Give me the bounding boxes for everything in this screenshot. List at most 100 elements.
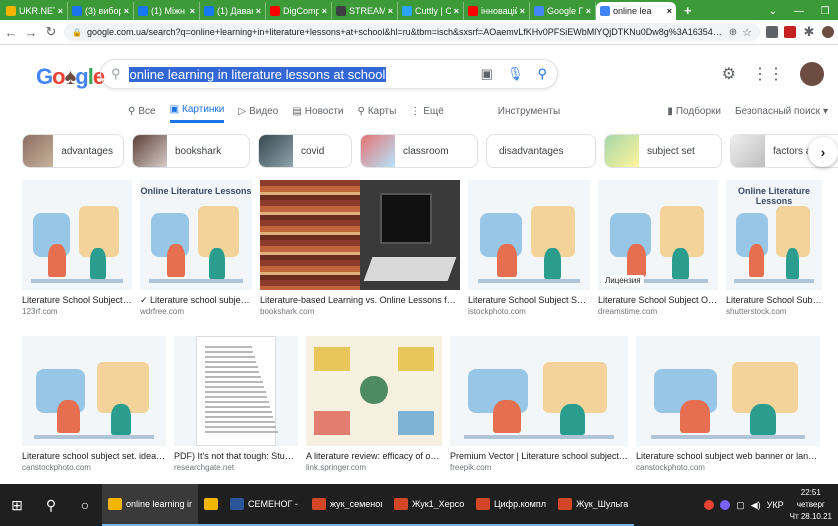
browser-tab[interactable]: online lea ×: [596, 2, 676, 20]
extension-icon[interactable]: [784, 26, 796, 38]
back-button[interactable]: ←: [4, 25, 18, 40]
result-title[interactable]: Premium Vector | Literature school subje…: [450, 451, 628, 462]
result-thumbnail[interactable]: [468, 180, 590, 290]
safesearch-link[interactable]: Безопасный поиск ▾: [735, 99, 828, 123]
minimize-button[interactable]: —: [786, 6, 812, 17]
reload-button[interactable]: ↻: [44, 24, 58, 40]
language-indicator[interactable]: УКР: [767, 500, 784, 510]
browser-tab[interactable]: (1) Даван ×: [200, 2, 266, 20]
tab-close-icon[interactable]: ×: [256, 6, 261, 16]
taskbar-app[interactable]: Цифр.компл.Жук 0...: [470, 484, 552, 526]
taskbar-app[interactable]: Жук1_Херсон 21.1...: [388, 484, 470, 526]
result-title[interactable]: A literature review: efficacy of onli...: [306, 451, 442, 462]
taskbar-app[interactable]: Жук_Шульга18.08...: [552, 484, 634, 526]
result-thumbnail[interactable]: [636, 336, 820, 446]
clock[interactable]: 22:51 четверг Чт 28.10.21: [790, 487, 832, 523]
forward-button[interactable]: →: [24, 25, 38, 40]
tab-close-icon[interactable]: ×: [454, 6, 459, 16]
search-submit-icon[interactable]: ⚲: [537, 66, 547, 82]
taskbar-app[interactable]: [198, 484, 224, 526]
browser-tab[interactable]: (1) Міжн ×: [134, 2, 200, 20]
image-result[interactable]: Literature School Subject Set ... istockp…: [468, 180, 590, 318]
result-title[interactable]: Literature School Subject ...: [22, 295, 132, 306]
search-box[interactable]: ⚲ online learning in literature lessons …: [100, 59, 558, 89]
image-result[interactable]: PDF) It's not that tough: Stude... resear…: [174, 336, 298, 474]
related-chip[interactable]: advantages: [22, 134, 124, 168]
related-chip[interactable]: classroom: [360, 134, 478, 168]
browser-tab[interactable]: STREAM ×: [332, 2, 398, 20]
result-source[interactable]: freepik.com: [450, 462, 628, 473]
cortana-icon[interactable]: ○: [68, 484, 102, 526]
chips-next-chevron-icon[interactable]: ›: [808, 137, 838, 167]
result-source[interactable]: link.springer.com: [306, 462, 442, 473]
search-icon[interactable]: ⚲: [34, 484, 68, 526]
zoom-icon[interactable]: ⊕: [729, 27, 737, 38]
result-source[interactable]: canstockphoto.com: [636, 462, 820, 473]
microphone-icon[interactable]: 🎙: [507, 66, 524, 82]
tab-close-icon[interactable]: ×: [190, 6, 195, 16]
browser-tab[interactable]: Cuttly | C ×: [398, 2, 464, 20]
result-title[interactable]: Literature-based Learning vs. Online Les…: [260, 295, 460, 306]
result-title[interactable]: Literature school subject set. idea o...: [22, 451, 166, 462]
tray-app-icon[interactable]: [704, 500, 715, 510]
browser-tab[interactable]: Google П ×: [530, 2, 596, 20]
tab-close-icon[interactable]: ×: [124, 6, 129, 16]
tab-close-icon[interactable]: ×: [322, 6, 327, 16]
browser-tab[interactable]: інновацій ×: [464, 2, 530, 20]
result-source[interactable]: dreamstime.com: [598, 306, 718, 317]
result-thumbnail[interactable]: [22, 336, 166, 446]
image-result[interactable]: Literature school subject web banner or …: [636, 336, 820, 474]
tools-button[interactable]: Инструменты: [498, 99, 560, 123]
result-source[interactable]: 123rf.com: [22, 306, 132, 317]
tab-more[interactable]: ⋮ Ещё: [410, 99, 443, 123]
start-windows-icon[interactable]: ⊞: [0, 484, 34, 526]
tab-video[interactable]: ▷ Видео: [238, 99, 278, 123]
browser-tab[interactable]: (3) вибор ×: [68, 2, 134, 20]
image-result[interactable]: Online Literature Lessons Literature Scho…: [726, 180, 822, 318]
extension-icon[interactable]: [766, 26, 778, 38]
result-thumbnail[interactable]: Лицензия: [598, 180, 718, 290]
result-thumbnail[interactable]: Online Literature Lessons: [726, 180, 822, 290]
result-thumbnail[interactable]: [174, 336, 298, 446]
tab-images[interactable]: ▣ Картинки: [169, 99, 225, 123]
image-result[interactable]: Literature-based Learning vs. Online Les…: [260, 180, 460, 318]
tab-news[interactable]: ▤ Новости: [292, 99, 343, 123]
google-logo[interactable]: Go♠gle: [36, 64, 105, 90]
result-source[interactable]: canstockphoto.com: [22, 462, 166, 473]
account-avatar[interactable]: [800, 62, 824, 86]
related-chip[interactable]: subject set: [604, 134, 722, 168]
result-thumbnail[interactable]: [450, 336, 628, 446]
volume-icon[interactable]: ◀): [751, 500, 761, 511]
result-title[interactable]: ✓ Literature school subjec...: [140, 295, 252, 306]
bookmark-star-icon[interactable]: ☆: [742, 26, 752, 39]
tab-close-icon[interactable]: ×: [667, 6, 672, 16]
collections-link[interactable]: ▮ Подборки: [667, 99, 721, 123]
related-chip[interactable]: disadvantages: [486, 134, 596, 168]
image-result[interactable]: Лицензия Literature School Subject Onli..…: [598, 180, 718, 318]
url-field[interactable]: 🔒 google.com.ua/search?q=online+learning…: [64, 23, 760, 41]
browser-tab[interactable]: UKR.NET ×: [2, 2, 68, 20]
image-result[interactable]: Premium Vector | Literature school subje…: [450, 336, 628, 474]
taskbar-app[interactable]: online learning in li...: [102, 484, 198, 526]
tab-all[interactable]: ⚲ Все: [128, 99, 156, 123]
profile-avatar-icon[interactable]: [822, 26, 834, 38]
tab-close-icon[interactable]: ×: [586, 6, 591, 16]
result-thumbnail[interactable]: [306, 336, 442, 446]
apps-grid-icon[interactable]: ⋮⋮: [752, 64, 784, 84]
maximize-button[interactable]: ❐: [812, 6, 838, 17]
tab-close-icon[interactable]: ×: [58, 6, 63, 16]
result-source[interactable]: istockphoto.com: [468, 306, 590, 317]
result-title[interactable]: Literature school subject web banner or …: [636, 451, 820, 462]
browser-tab[interactable]: DigComp ×: [266, 2, 332, 20]
camera-icon[interactable]: ▣: [481, 66, 493, 82]
result-title[interactable]: Literature School Subject...: [726, 295, 822, 306]
result-thumbnail[interactable]: Online Literature Lessons: [140, 180, 252, 290]
result-source[interactable]: bookshark.com: [260, 306, 460, 317]
related-chip[interactable]: covid: [258, 134, 352, 168]
image-result[interactable]: A literature review: efficacy of onli...…: [306, 336, 442, 474]
image-result[interactable]: Literature school subject set. idea o...…: [22, 336, 166, 474]
taskbar-app[interactable]: СЕМЕНОГ - Word ...: [224, 484, 306, 526]
result-source[interactable]: shutterstock.com: [726, 306, 822, 317]
tab-close-icon[interactable]: ×: [388, 6, 393, 16]
extensions-puzzle-icon[interactable]: ✱: [802, 24, 816, 40]
